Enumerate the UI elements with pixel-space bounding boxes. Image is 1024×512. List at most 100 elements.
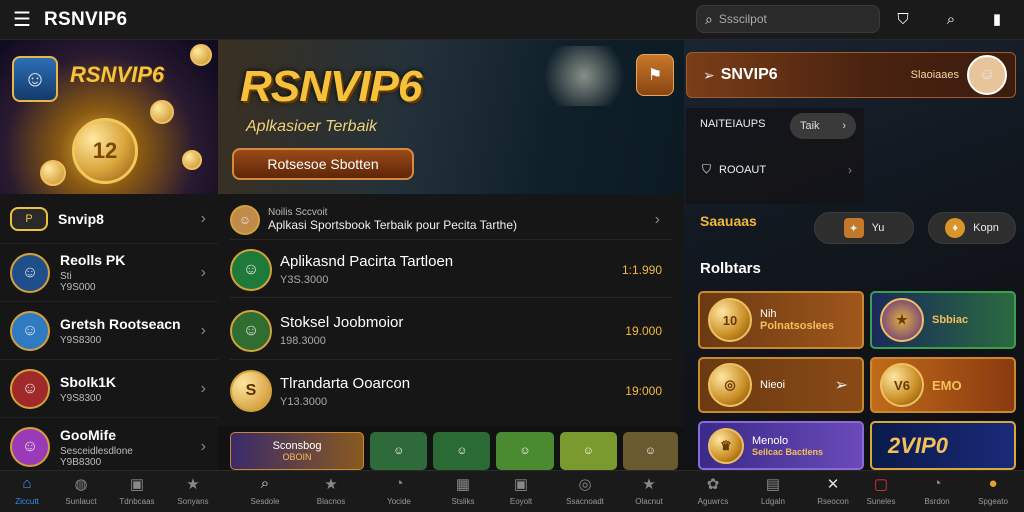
avatar: ☺ [967,55,1007,95]
player-thumb[interactable]: ☺ [433,432,491,470]
shield-icon[interactable]: ⛉ [892,8,914,30]
nav-item[interactable]: ★ Blacnos [304,475,358,506]
list-item[interactable]: ☺ Sbolk1K Y9S8300 › [0,360,218,418]
left-hero-banner[interactable]: ☺ RSNVIP6 12 [0,40,218,194]
thumb-sub: OBOIN [282,452,312,462]
bag-icon: ▣ [513,476,529,493]
coin-icon: ◎ [708,363,752,407]
nav-item[interactable]: ● Spgeato [966,475,1020,506]
item-subtitle: Noilis Sccvoit [268,207,328,218]
promo-card[interactable]: 2VIP0 [870,421,1016,470]
bottom-nav: ⌂ Ziccutt ◍ Sunlauct ▣ Tdnbcaas ★ Sonyans ⌕ S… [0,470,1024,512]
promo-card[interactable]: ◎ Nieoi ➢ [698,357,864,413]
list-item[interactable]: S Tlrandarta Ooarcon Y13.3000 19:000 [230,362,672,420]
player-thumb[interactable]: ☺ [496,432,554,470]
list-icon: ▤ [765,476,781,493]
nav-item[interactable]: ▣ Tdnbcaas [110,475,164,506]
list-item[interactable]: ☺ GooMife Sesceidlesdlone Y9B8300 › [0,418,218,476]
gift-icon[interactable]: ⚑ [636,54,674,96]
promo-thumb[interactable]: Sconsbog OBOIN [230,432,365,470]
nav-label: Aguwrcs [697,497,729,506]
card-title: Nih [760,308,777,320]
item-value: 1:1.990 [621,262,662,277]
list-item[interactable]: ☺ Reolls PK Sti Y9S000 › [0,244,218,302]
nav-item[interactable]: ◔ Yocide [372,475,426,506]
card-subtitle: 2VIP0 [888,432,948,458]
nav-label: Bsrdon [924,497,950,506]
hero-logo-text: RSNVIP6 [70,62,165,87]
item-title: Sbolk1K [60,373,117,390]
chevron-right-icon: › [848,162,852,177]
list-item[interactable]: ☺ Noilis Sccvoit Aplkasi Sportsbook Terb… [230,200,672,240]
settings-row[interactable]: NAITEIAUPS [700,118,765,130]
list-item[interactable]: P Snvip8 › [0,194,218,244]
promo-card[interactable]: 10 Nih Polnatsoslees [698,291,864,349]
nav-label: Sonyans [177,497,209,506]
list-item[interactable]: ☺ Gretsh Rootseacn Y9S8300 › [0,302,218,360]
player-thumb[interactable]: ☺ [559,432,617,470]
coin-icon [182,150,202,170]
avatar: ☺ [230,309,272,352]
nav-item[interactable]: ⌕ Sesdole [238,475,292,506]
nav-item[interactable]: ⌂ Ziccutt [0,475,54,506]
nav-item[interactable]: ✕ Rseocon [806,475,860,506]
button-label: Yu [871,222,885,234]
action-button-2[interactable]: ♦ Kopn [928,212,1016,244]
list-item[interactable]: ☺ Stoksel Joobmoior 198.3000 19.000 [230,302,672,360]
action-button-1[interactable]: ✦ Yu [814,212,914,244]
nav-item[interactable]: ★ Sonyans [166,475,220,506]
promo-card[interactable]: V6 EMO [870,357,1016,413]
nav-item[interactable]: ✿ Aguwrcs [686,475,740,506]
menu-icon[interactable]: ☰ [0,7,44,32]
item-title: Stoksel Joobmoior [280,314,404,331]
gold-label: Saauaas [700,213,757,229]
item-title: Tlrandarta Ooarcon [280,374,411,392]
ticket-icon: ✦ [843,218,864,238]
card-subtitle: Seilcac Bactlens [752,446,824,457]
chevron-right-icon: › [200,321,206,339]
nav-item[interactable]: ▢ Suneles [854,475,908,506]
hero-banner: RSNVIP6 Aplkasioer Terbaik Rotsesoe Sbot… [218,40,684,194]
nav-item[interactable]: ▣ Eoyolt [494,475,548,506]
nav-label: Ssacnoadt [566,497,604,506]
player-thumb[interactable]: ☺ [370,432,428,470]
target-icon: ◎ [578,476,592,493]
nav-item[interactable]: ▦ Stsliks [436,475,490,506]
settings-row[interactable]: ⛉ ROOAUT › [702,162,852,177]
list-item[interactable]: ☺ Aplikasnd Pacirta Tartloen Y3S.3000 1:… [230,242,672,298]
profile-header[interactable]: ➢ SNVIP6 Slaoiaaes ☺ [686,52,1016,98]
item-line: Y9S000 [60,282,96,293]
chat-icon: ◍ [74,476,88,493]
taik-pill[interactable]: Taik › [790,113,856,139]
hero-cta-button[interactable]: Rotsesoe Sbotten [232,148,414,180]
nav-label: Rseocon [817,497,849,506]
nav-item[interactable]: ★ Olacnut [622,475,676,506]
coin-icon: 10 [708,298,752,342]
zoom-icon[interactable]: ⌕ [940,8,962,30]
chevron-right-icon: › [200,209,206,227]
promo-card[interactable]: ★ Sbbiac [870,291,1016,349]
coin-icon [40,160,66,186]
player-thumb[interactable]: ☺ [622,432,678,470]
card-title: Nieoi [760,379,786,391]
item-value: 19.000 [625,323,662,338]
chevron-right-icon: › [200,263,206,281]
promo-card[interactable]: ♛ Menolo Seilcac Bactlens [698,421,864,470]
row-label: NAITEIAUPS [700,118,766,130]
avatar: ☺ [10,427,50,467]
search-box[interactable]: ⌕ [696,5,880,33]
nav-item[interactable]: ▤ Ldgaln [746,475,800,506]
grid-icon: ▦ [455,476,471,493]
star-icon: ★ [186,476,200,493]
mobile-icon[interactable]: ▮ [986,8,1008,30]
search-input[interactable] [718,12,859,26]
nav-label: Yocide [387,497,411,506]
item-meta: Y3S.3000 [280,274,329,286]
coin-icon [190,44,212,66]
nav-item[interactable]: ◍ Sunlauct [54,475,108,506]
star-icon: ★ [642,476,656,493]
item-line: Sti [60,271,72,282]
nav-item[interactable]: ◔ Bsrdon [910,475,964,506]
nav-item[interactable]: ◎ Ssacnoadt [558,475,612,506]
coin-icon: V6 [880,363,924,407]
